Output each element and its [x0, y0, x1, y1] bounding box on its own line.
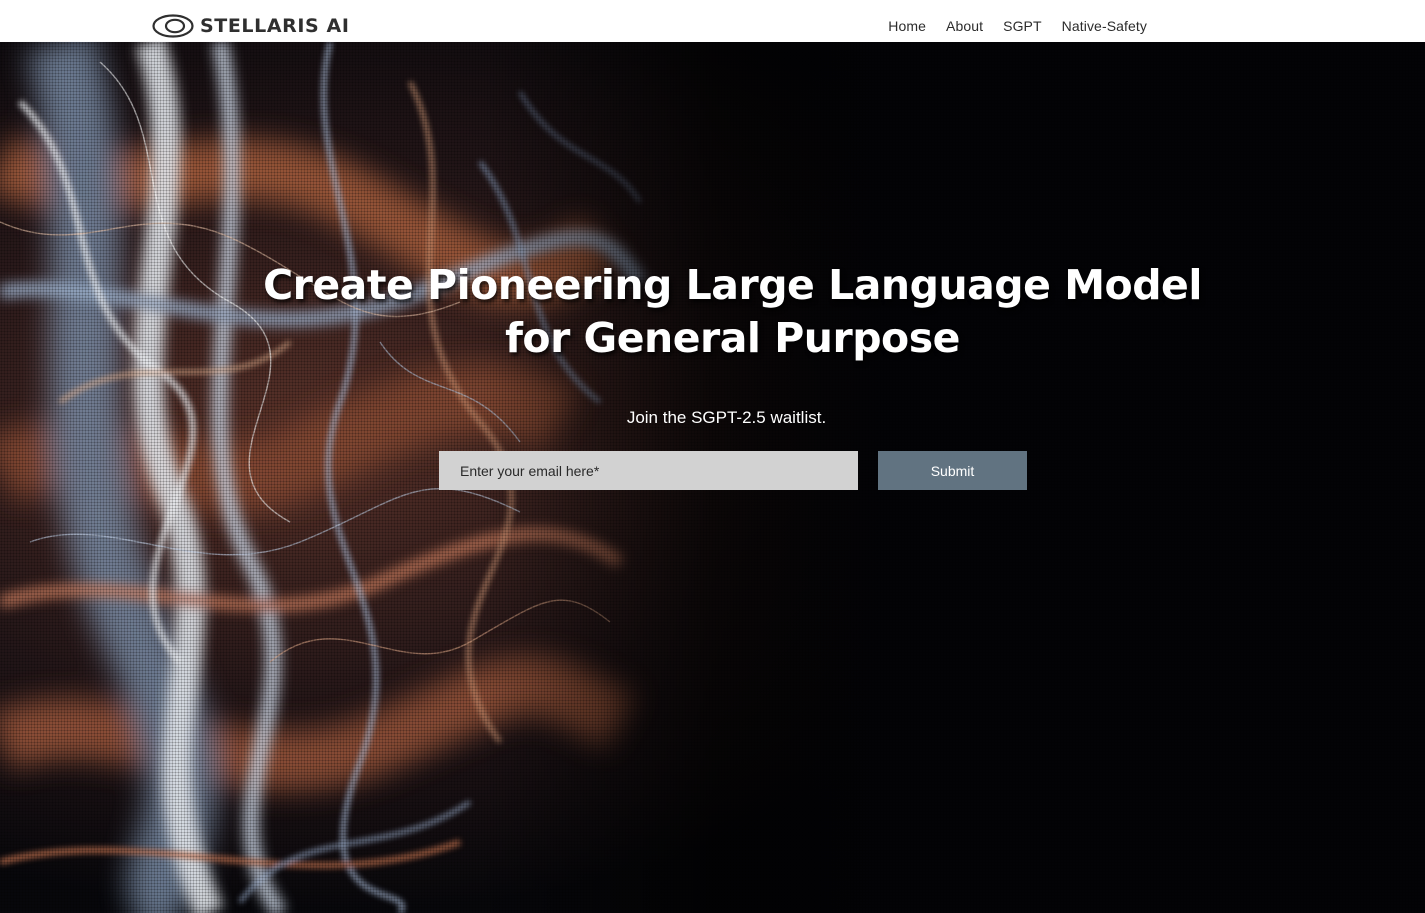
nav-about[interactable]: About	[946, 18, 983, 34]
site-header: STELLARIS AI Home About SGPT Native-Safe…	[0, 0, 1425, 42]
logo-text: STELLARIS AI	[200, 15, 350, 37]
stellaris-ring-logo-icon	[152, 14, 194, 38]
waitlist-subtitle: Join the SGPT-2.5 waitlist.	[626, 408, 827, 427]
hero-headline: Create Pioneering Large Language Model f…	[0, 259, 1425, 365]
nav-sgpt[interactable]: SGPT	[1003, 18, 1042, 34]
logo[interactable]: STELLARIS AI	[152, 13, 350, 39]
hero-headline-line2: for General Purpose	[505, 314, 960, 362]
nav-native-safety[interactable]: Native-Safety	[1062, 18, 1147, 34]
email-input[interactable]	[439, 451, 858, 490]
submit-button[interactable]: Submit	[878, 451, 1027, 490]
nav-home[interactable]: Home	[888, 18, 926, 34]
main-nav: Home About SGPT Native-Safety	[888, 0, 1147, 52]
hero-headline-line1: Create Pioneering Large Language Model	[263, 261, 1202, 309]
